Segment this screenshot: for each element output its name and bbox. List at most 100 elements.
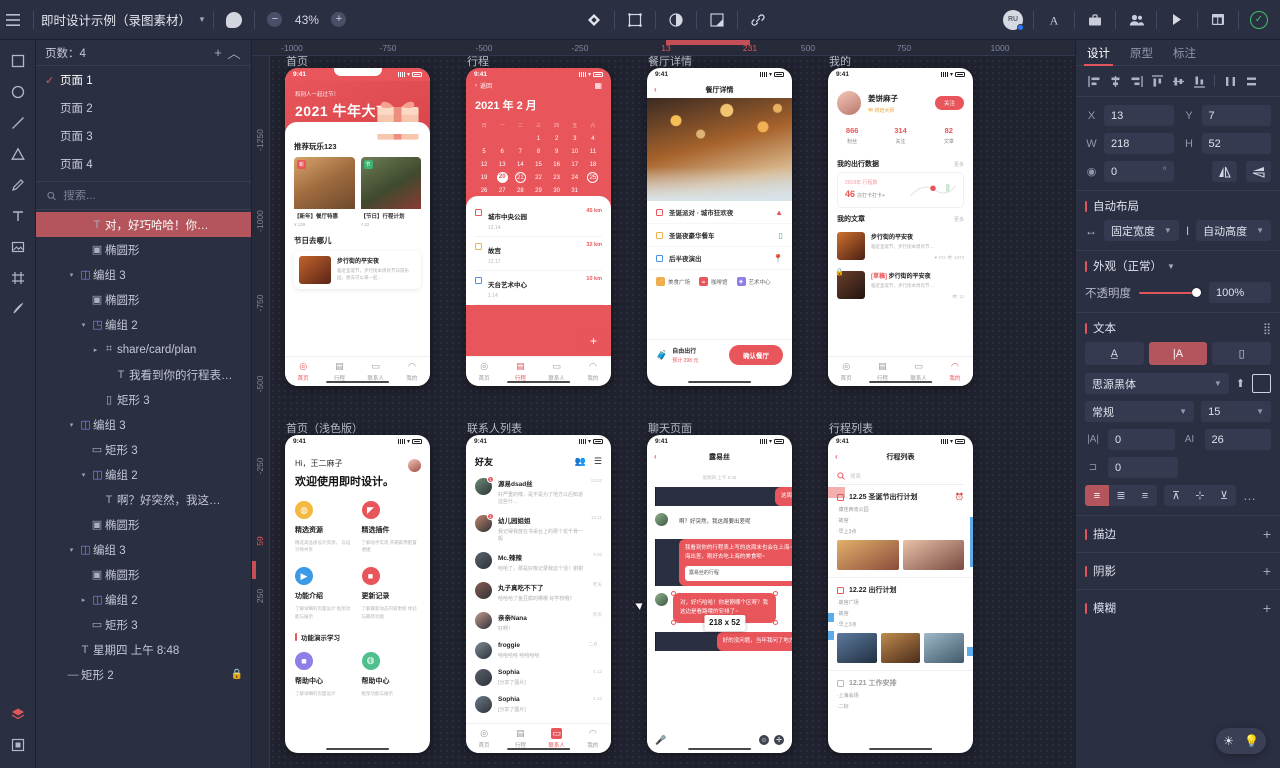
calendar-day[interactable]: 6	[493, 146, 511, 157]
page-item-4[interactable]: 页面 4	[36, 150, 251, 178]
tab-prototype[interactable]: 原型	[1130, 40, 1153, 66]
play-icon[interactable]	[1164, 7, 1190, 33]
resize-handle-tr[interactable]	[773, 590, 779, 596]
checkbox-icon[interactable]	[837, 494, 844, 501]
calendar-day[interactable]: 23	[548, 172, 566, 183]
line-height-input[interactable]: 26	[1204, 429, 1271, 450]
theme-toggle[interactable]: ☀ 💡	[1216, 728, 1266, 754]
h-input[interactable]: 52	[1201, 133, 1271, 154]
feature-item[interactable]: ◍ 精选资源 精选高品质设计资源， 与设计师共享	[295, 501, 354, 553]
auto-width-icon[interactable]: A̲	[1085, 342, 1144, 365]
contact-row[interactable]: froggie 哈哈哈哈 哈哈哈哈 二月…	[466, 637, 611, 664]
chat-message-selected[interactable]: 对，好巧哈哈！你是刚哪个区呀？我这边是看路哦的安排了~ 218 x 52	[655, 590, 784, 631]
back-icon[interactable]: ‹	[835, 452, 838, 461]
contact-row[interactable]: 丸子真吃不下了 哈哈哈了鱼豆腐的哪哪 好学校哦？ 昨天	[466, 577, 611, 607]
align-bottom-icon[interactable]	[1190, 72, 1208, 90]
layer-row[interactable]: ▸ ◫ 编组 2	[36, 587, 251, 612]
sun-icon[interactable]: ☀	[1223, 734, 1234, 748]
schedule-row[interactable]: 故宫 12.17 32 km	[475, 237, 602, 271]
calendar-day[interactable]: 31	[566, 185, 584, 196]
calendar-day[interactable]: 2	[548, 133, 566, 144]
calendar-day[interactable]: 26	[475, 185, 493, 196]
artboard-home[interactable]: 首页 9:41 ▾ 和别人一起过节！ 2021 牛年大吉 推荐玩乐123 新 【…	[285, 56, 430, 386]
calendar-day[interactable]: 14	[511, 159, 529, 170]
tab-mine[interactable]: ◠ 我的	[575, 728, 611, 749]
phone-home[interactable]: 9:41 ▾ 和别人一起过节！ 2021 牛年大吉 推荐玩乐123 新 【新年】…	[285, 68, 430, 386]
tab-design[interactable]: 设计	[1084, 40, 1113, 66]
chevron-down-icon[interactable]: ▼	[198, 15, 206, 24]
home-list-item[interactable]: 步行街的平安夜 临近圣诞节，步行街本周有节日游乐园，想去可以来一起…	[294, 251, 421, 289]
back-label[interactable]: 返回	[480, 81, 492, 90]
valign-middle-icon[interactable]: ⊹	[1188, 485, 1212, 506]
selected-text-node[interactable]: 对，好巧哈哈！你是刚哪个区呀？我这边是看路哦的安排了~ 218 x 52	[671, 590, 779, 631]
bulb-icon[interactable]: 💡	[1244, 734, 1259, 748]
calendar-day[interactable]: 21	[514, 172, 526, 183]
trip-search[interactable]: 搜索	[837, 472, 964, 485]
contact-row[interactable]: 1 幼儿园姐姐 我记得我放在书桌台上的那个花千骨一般 12:11	[466, 510, 611, 547]
checkbox-icon[interactable]	[656, 255, 663, 262]
calendar-day[interactable]: 25	[587, 172, 599, 183]
members-icon[interactable]	[1123, 7, 1149, 33]
page-item-2[interactable]: 页面 2	[36, 94, 251, 122]
calendar-day[interactable]: 15	[529, 159, 547, 170]
layer-row[interactable]: ▸ ⌗ share/card/plan	[36, 337, 251, 362]
add-trip-fab[interactable]: +	[584, 331, 603, 350]
line-tool[interactable]	[5, 110, 31, 136]
tab-home[interactable]: ◎ 首页	[828, 361, 864, 382]
hamburger-icon[interactable]	[0, 7, 26, 33]
layer-row[interactable]: ▣ 椭圆形	[36, 287, 251, 312]
artboard-trip-list[interactable]: 行程列表 9:41 ▾ ‹ 行程列表 搜索 12.25 圣诞节出行计划 ⏰ ·康…	[828, 423, 973, 753]
chevron-down-icon[interactable]: ▼	[1167, 262, 1175, 271]
add-stroke-button[interactable]: +	[1263, 526, 1271, 542]
tab-home[interactable]: ◎ 首页	[466, 728, 502, 749]
distribute-v-icon[interactable]	[1242, 72, 1260, 90]
export-icon[interactable]	[704, 7, 730, 33]
calendar-day[interactable]: 29	[529, 185, 547, 196]
layer-row[interactable]: ▭ 矩形 3	[36, 612, 251, 637]
text-styles-icon[interactable]: ⣿	[1263, 322, 1271, 335]
artboard-calendar[interactable]: 行程 9:41 ▾ ‹ 返回 ▦ 2021 年 2 月 日一二 三 四 五 六 …	[466, 56, 611, 386]
artboard-contacts[interactable]: 联系人列表 9:41 ▾ 好友 👥 ☰ 1 源易dsad丝 好严重的噢，是不是为了地方…	[466, 423, 611, 753]
tab-trip[interactable]: ▤ 行程	[502, 728, 538, 749]
brush-tool[interactable]	[5, 296, 31, 322]
letter-spacing-input[interactable]: 0	[1108, 429, 1175, 450]
contact-row[interactable]: 亲亲Nana 好啊！ 昨天	[466, 607, 611, 637]
article-row[interactable]: 步行街的平安夜 临近圣诞节，步行街本周有节… ♥ 272 👁 1873	[828, 227, 973, 266]
layer-row[interactable]: ▾ ◫ 编组 2	[36, 462, 251, 487]
frame-icon[interactable]	[622, 7, 648, 33]
calendar-icon[interactable]: ▦	[594, 81, 602, 90]
chip[interactable]: ◈ 艺术中心	[736, 277, 771, 286]
tab-trip[interactable]: ▤ 行程	[321, 361, 357, 382]
follow-button[interactable]: 关注	[934, 96, 964, 110]
paragraph-spacing-input[interactable]: 0	[1108, 457, 1178, 478]
tab-contacts[interactable]: ▭ 联系人	[539, 361, 575, 382]
components-tool[interactable]	[5, 732, 31, 758]
layer-row[interactable]: T 啊？好突然，我这…	[36, 487, 251, 512]
zoom-level[interactable]: 43%	[288, 13, 326, 27]
trip-card[interactable]: 12.22 出行计划 ·故宫广场 ·故宫 ·早上3点	[828, 578, 973, 671]
calendar-day[interactable]: 19	[475, 172, 493, 183]
contact-row[interactable]: 1 源易dsad丝 好严重的噢，是不是为了地方以后知道这些什… 13:22	[466, 473, 611, 510]
contact-row[interactable]: Mc.辣辣 哈哈了，那是好像记录我这个活！谢谢 9:40	[466, 547, 611, 577]
auto-height-icon[interactable]: |A	[1148, 342, 1208, 365]
phone-profile[interactable]: 9:41 ▾ 姜饼麻子 甲 烘焙大师 关注 866 粉丝 314 关注 82 文…	[828, 68, 973, 386]
phone-light-home[interactable]: 9:41 ▾ Hi，王二麻子 欢迎使用即时设计。 ◍ 精选资源 精选高品质设计资源，…	[285, 435, 430, 753]
font-size-select[interactable]: 15 ▼	[1201, 401, 1271, 422]
calendar-day[interactable]: 10	[566, 146, 584, 157]
distribute-h-icon[interactable]	[1221, 72, 1239, 90]
trip-card[interactable]: 12.21 工作安排 ·上海会场 ·二标	[828, 671, 973, 717]
travel-data-card[interactable]: 2019年 行程数 46 次打卡打卡+	[837, 172, 964, 208]
checkbox-icon[interactable]	[475, 277, 482, 284]
calendar-day[interactable]: 22	[529, 172, 547, 183]
contact-row[interactable]: Sophia [分享了图片] 1.12	[466, 664, 611, 691]
trip-image[interactable]	[837, 540, 899, 570]
calendar-day[interactable]: 13	[493, 159, 511, 170]
trip-card[interactable]: 12.25 圣诞节出行计划 ⏰ ·康佳西克公园 ·故宫 ·早上3点	[828, 485, 973, 578]
chat-message[interactable]: 啊？好突然，我这周要出差呢	[655, 513, 784, 533]
text-more-options[interactable]: …	[1243, 488, 1257, 503]
chevron-right-icon[interactable]: ▸	[78, 596, 89, 604]
checkbox-icon[interactable]	[656, 232, 663, 239]
more-link[interactable]: 更多	[954, 216, 964, 223]
collapse-pages-icon[interactable]: ︿	[226, 45, 242, 61]
contrast-icon[interactable]	[663, 7, 689, 33]
